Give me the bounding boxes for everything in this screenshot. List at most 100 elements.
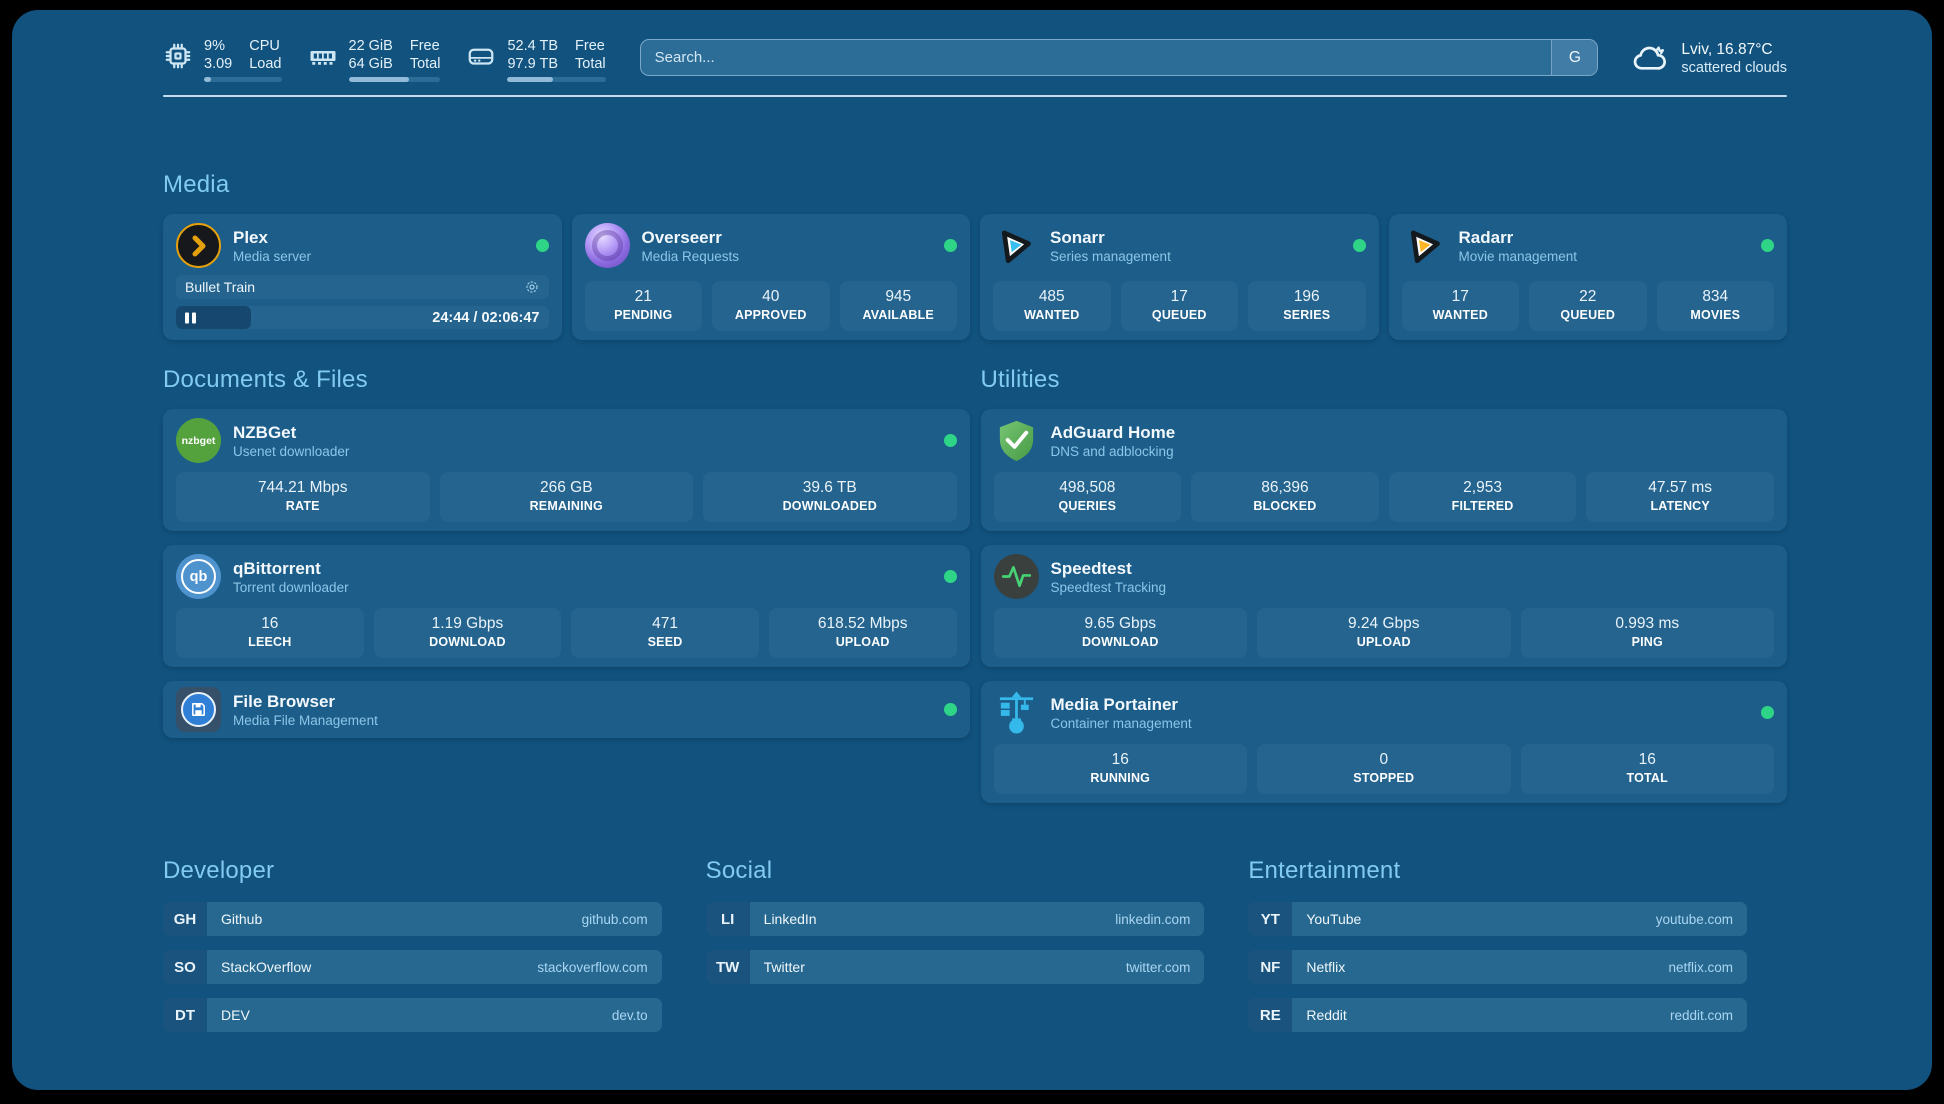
link-name: YouTube bbox=[1306, 911, 1361, 927]
link-linkedin[interactable]: LI LinkedIn linkedin.com bbox=[706, 902, 1205, 936]
stat-label: PENDING bbox=[589, 307, 699, 323]
link-netflix[interactable]: NF Netflix netflix.com bbox=[1248, 950, 1747, 984]
link-name: Netflix bbox=[1306, 959, 1345, 975]
stat-value: 16 bbox=[180, 614, 360, 634]
stat-label: APPROVED bbox=[716, 307, 826, 323]
stat-label: DOWNLOADED bbox=[707, 498, 953, 514]
cpu-load-label: Load bbox=[249, 56, 281, 74]
link-abbr: GH bbox=[163, 902, 207, 936]
link-abbr: LI bbox=[706, 902, 750, 936]
plex-session-settings-icon[interactable] bbox=[524, 279, 540, 295]
weather-condition: scattered clouds bbox=[1681, 59, 1787, 77]
link-youtube[interactable]: YT YouTube youtube.com bbox=[1248, 902, 1747, 936]
stat-value: 17 bbox=[1125, 287, 1235, 307]
link-abbr: YT bbox=[1248, 902, 1292, 936]
overseerr-subtitle: Media Requests bbox=[642, 248, 740, 265]
stat-tile: 16 RUNNING bbox=[994, 744, 1248, 794]
utilities-section-title: Utilities bbox=[981, 366, 1788, 394]
link-name: LinkedIn bbox=[764, 911, 817, 927]
search-bar: G bbox=[640, 39, 1599, 76]
plex-icon bbox=[176, 223, 221, 268]
topbar-divider bbox=[163, 95, 1787, 97]
cloud-icon bbox=[1628, 39, 1670, 77]
section-utilities: Utilities bbox=[981, 366, 1788, 803]
stat-label: WANTED bbox=[1406, 307, 1516, 323]
stat-tile: 16 LEECH bbox=[176, 608, 364, 658]
stat-label: REMAINING bbox=[444, 498, 690, 514]
disk-free-label: Free bbox=[575, 38, 606, 56]
stat-value: 498,508 bbox=[998, 478, 1178, 498]
plex-progress-bar[interactable]: 24:44 / 02:06:47 bbox=[176, 306, 549, 329]
link-github[interactable]: GH Github github.com bbox=[163, 902, 662, 936]
link-abbr: DT bbox=[163, 998, 207, 1032]
link-reddit[interactable]: RE Reddit reddit.com bbox=[1248, 998, 1747, 1032]
weather-location-temp: Lviv, 16.87°C bbox=[1681, 40, 1787, 59]
plex-playback-time: 24:44 / 02:06:47 bbox=[432, 310, 539, 326]
stat-tile: 17 QUEUED bbox=[1121, 281, 1239, 331]
stat-value: 485 bbox=[997, 287, 1107, 307]
link-name: Reddit bbox=[1306, 1007, 1346, 1023]
plex-subtitle: Media server bbox=[233, 248, 311, 265]
radarr-card[interactable]: Radarr Movie management 17 WANTED 22 QUE… bbox=[1389, 214, 1788, 340]
section-entertainment: Entertainment YT YouTube youtube.com NF … bbox=[1248, 857, 1747, 1032]
nzbget-icon-text: nzbget bbox=[182, 435, 216, 447]
stat-tile: 2,953 FILTERED bbox=[1389, 472, 1577, 522]
speedtest-card[interactable]: Speedtest Speedtest Tracking 9.65 Gbps D… bbox=[981, 545, 1788, 667]
stat-value: 40 bbox=[716, 287, 826, 307]
stat-label: TOTAL bbox=[1525, 770, 1771, 786]
link-name: DEV bbox=[221, 1007, 250, 1023]
stat-value: 744.21 Mbps bbox=[180, 478, 426, 498]
stat-value: 2,953 bbox=[1393, 478, 1573, 498]
qbittorrent-title: qBittorrent bbox=[233, 558, 349, 579]
link-dev[interactable]: DT DEV dev.to bbox=[163, 998, 662, 1032]
entertainment-section-title: Entertainment bbox=[1248, 857, 1747, 885]
filebrowser-card[interactable]: File Browser Media File Management bbox=[163, 681, 970, 738]
link-abbr: RE bbox=[1248, 998, 1292, 1032]
stat-label: LEECH bbox=[180, 634, 360, 650]
stat-label: DOWNLOAD bbox=[998, 634, 1244, 650]
adguard-subtitle: DNS and adblocking bbox=[1051, 443, 1176, 460]
stat-label: MOVIES bbox=[1661, 307, 1771, 323]
stat-tile: 196 SERIES bbox=[1248, 281, 1366, 331]
link-twitter[interactable]: TW Twitter twitter.com bbox=[706, 950, 1205, 984]
sonarr-card[interactable]: Sonarr Series management 485 WANTED 17 Q… bbox=[980, 214, 1379, 340]
cpu-label: CPU bbox=[249, 38, 281, 56]
disk-icon bbox=[466, 38, 496, 74]
stat-tile: 834 MOVIES bbox=[1657, 281, 1775, 331]
plex-card[interactable]: Plex Media server Bullet Train bbox=[163, 214, 562, 340]
stat-tile: 9.24 Gbps UPLOAD bbox=[1257, 608, 1511, 658]
stat-tile: 0 STOPPED bbox=[1257, 744, 1511, 794]
cpu-usage: 9% bbox=[204, 38, 232, 56]
memory-total: 64 GiB bbox=[349, 56, 393, 74]
nzbget-subtitle: Usenet downloader bbox=[233, 443, 349, 460]
stat-tile: 86,396 BLOCKED bbox=[1191, 472, 1379, 522]
overseerr-status-dot bbox=[944, 239, 957, 252]
search-input[interactable] bbox=[641, 40, 1552, 75]
stat-label: AVAILABLE bbox=[844, 307, 954, 323]
stat-label: PING bbox=[1525, 634, 1771, 650]
stat-value: 945 bbox=[844, 287, 954, 307]
overseerr-title: Overseerr bbox=[642, 227, 740, 248]
speedtest-icon bbox=[994, 554, 1039, 599]
stat-value: 196 bbox=[1252, 287, 1362, 307]
cpu-load-value: 3.09 bbox=[204, 56, 232, 74]
portainer-card[interactable]: Media Portainer Container management 16 … bbox=[981, 681, 1788, 803]
search-engine-button[interactable]: G bbox=[1551, 40, 1597, 75]
stat-tile: 618.52 Mbps UPLOAD bbox=[769, 608, 957, 658]
stat-label: RATE bbox=[180, 498, 426, 514]
cpu-progress-fill bbox=[204, 77, 211, 82]
adguard-card[interactable]: AdGuard Home DNS and adblocking 498,508 … bbox=[981, 409, 1788, 531]
memory-icon bbox=[308, 38, 338, 74]
adguard-title: AdGuard Home bbox=[1051, 422, 1176, 443]
stat-value: 0.993 ms bbox=[1525, 614, 1771, 634]
nzbget-card[interactable]: nzbget NZBGet Usenet downloader 744.21 M… bbox=[163, 409, 970, 531]
pause-icon[interactable] bbox=[185, 312, 196, 323]
overseerr-card[interactable]: Overseerr Media Requests 21 PENDING 40 A… bbox=[572, 214, 971, 340]
link-stackoverflow[interactable]: SO StackOverflow stackoverflow.com bbox=[163, 950, 662, 984]
qbittorrent-card[interactable]: qb qBittorrent Torrent downloader 16 LEE… bbox=[163, 545, 970, 667]
stat-value: 21 bbox=[589, 287, 699, 307]
stat-tile: 17 WANTED bbox=[1402, 281, 1520, 331]
section-media: Media Plex Media server bbox=[163, 171, 1787, 340]
stat-value: 39.6 TB bbox=[707, 478, 953, 498]
stat-label: WANTED bbox=[997, 307, 1107, 323]
